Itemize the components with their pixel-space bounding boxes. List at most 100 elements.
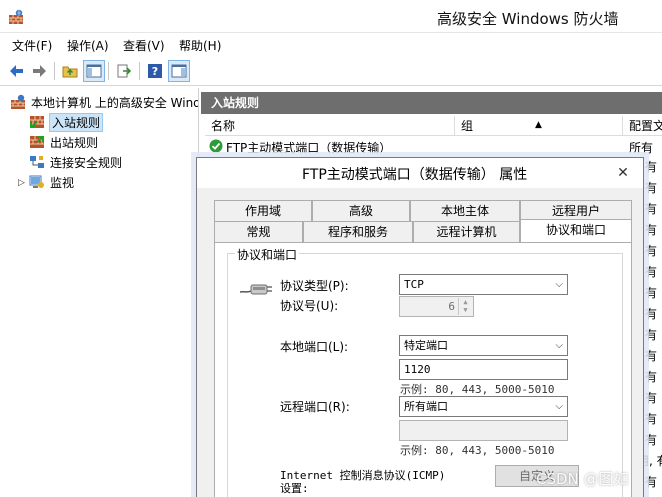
remote-port-value: 所有端口: [404, 400, 448, 413]
help-icon: ?: [148, 64, 162, 78]
rule-profile: 所有: [629, 141, 654, 155]
tab-remote-computers[interactable]: 远程计算机: [413, 221, 520, 242]
menu-action[interactable]: 操作(A): [67, 37, 109, 54]
tree-root-local-computer[interactable]: 本地计算机 上的高级安全 Windows: [10, 93, 198, 111]
dialog-title: FTP主动模式端口（数据传输） 属性: [302, 167, 528, 183]
local-port-label: 本地端口(L):: [280, 340, 349, 354]
firewall-app-icon: [9, 9, 23, 24]
remote-port-label: 远程端口(R):: [280, 400, 350, 414]
profile-fragment: 有: [645, 265, 658, 279]
firewall-icon: [11, 94, 25, 109]
table-row[interactable]: FTP主动模式端口（数据传输） 所有: [201, 137, 662, 156]
protocols-ports-group: 协议和端口 协议类型(P): TCP ⌵ 协议号(U): 6 ▲ ▼ 本地端口(L…: [227, 246, 623, 497]
back-button[interactable]: [6, 60, 28, 82]
svg-text:?: ?: [152, 65, 158, 78]
column-header-name[interactable]: 名称: [205, 116, 455, 136]
protocol-number-stepper[interactable]: 6 ▲ ▼: [399, 296, 474, 317]
remote-port-input[interactable]: [399, 420, 568, 441]
tree-item-label: 监视: [50, 175, 75, 190]
tree-item-label: 出站规则: [50, 135, 99, 150]
tree-item-inbound-rules[interactable]: 入站规则: [29, 112, 104, 132]
back-icon: [10, 65, 23, 77]
remote-port-example: 示例: 80, 443, 5000-5010: [400, 444, 555, 457]
show-hide-tree-button[interactable]: [83, 60, 105, 82]
tree-root-label: 本地计算机 上的高级安全 Windows: [31, 95, 198, 110]
tab-remote-users[interactable]: 远程用户: [520, 200, 632, 221]
profile-fragment: 有: [645, 391, 658, 405]
expand-monitoring-chevron-icon[interactable]: ▷: [18, 178, 25, 188]
icmp-settings-label: Internet 控制消息协议(ICMP)设置:: [280, 469, 446, 495]
profile-fragment: 有: [645, 181, 658, 195]
stepper-arrows-icon[interactable]: ▲ ▼: [458, 298, 472, 315]
profile-fragment: 有: [645, 412, 658, 426]
tab-advanced[interactable]: 高级: [312, 200, 410, 221]
sort-ascending-icon: ▲: [535, 120, 542, 130]
tree-item-label: 连接安全规则: [50, 155, 123, 170]
profile-fragment: 有: [645, 244, 658, 258]
profile-fragment: 有: [645, 307, 658, 321]
column-header-profile[interactable]: 配置文: [623, 116, 662, 136]
protocols-ports-panel: 协议和端口 协议类型(P): TCP ⌵ 协议号(U): 6 ▲ ▼ 本地端口(L…: [214, 242, 632, 497]
tree-item-label: 入站规则: [48, 112, 104, 132]
remote-port-select[interactable]: 所有端口 ⌵: [399, 396, 568, 417]
protocol-type-select[interactable]: TCP ⌵: [399, 274, 568, 295]
tab-local-principals[interactable]: 本地主体: [410, 200, 520, 221]
action-pane-icon: [171, 64, 187, 78]
enabled-allow-icon: [209, 139, 223, 153]
watermark-text: CSDN @图如: [536, 470, 629, 488]
tree-item-connection-security-rules[interactable]: 连接安全规则: [29, 153, 122, 171]
forward-button[interactable]: [28, 60, 50, 82]
dialog-close-button[interactable]: ✕: [613, 164, 633, 182]
help-button[interactable]: ?: [144, 60, 166, 82]
outbound-rules-icon: [30, 136, 44, 148]
menu-bar: 文件(F) 操作(A) 查看(V) 帮助(H): [0, 33, 662, 56]
navigation-tree: 本地计算机 上的高级安全 Windows 入站规则 出站规则 连接安全规则 ▷: [0, 88, 199, 497]
tree-item-monitoring[interactable]: 监视: [29, 173, 74, 191]
window-title: 高级安全 Windows 防火墙: [437, 10, 619, 28]
export-list-button[interactable]: [113, 60, 135, 82]
dialog-title-bar: FTP主动模式端口（数据传输） 属性 ✕: [197, 158, 643, 188]
inbound-rules-icon: [30, 116, 44, 128]
profile-fragment: 有: [645, 286, 658, 300]
chevron-down-icon: ⌵: [555, 279, 563, 290]
forward-icon: [33, 65, 46, 77]
rule-properties-dialog: FTP主动模式端口（数据传输） 属性 ✕ 作用域 高级 本地主体 远程用户 常规…: [196, 157, 644, 497]
protocol-type-value: TCP: [404, 278, 424, 291]
profile-fragment: 有: [645, 328, 658, 342]
tab-scope[interactable]: 作用域: [214, 200, 312, 221]
tab-general[interactable]: 常规: [214, 221, 303, 242]
menu-help[interactable]: 帮助(H): [179, 37, 221, 54]
local-port-select[interactable]: 特定端口 ⌵: [399, 335, 568, 356]
show-hide-action-pane-button[interactable]: [168, 60, 190, 82]
profile-fragment: 有: [645, 475, 658, 489]
network-plug-icon: [239, 284, 272, 295]
tab-protocols-ports[interactable]: 协议和端口: [520, 219, 632, 242]
chevron-down-icon: ⌵: [555, 340, 563, 351]
column-header-group-label: 组: [461, 119, 474, 133]
toolbar: ?: [0, 56, 662, 86]
export-icon: [117, 64, 132, 78]
group-title: 协议和端口: [235, 246, 300, 263]
up-folder-icon: [62, 66, 78, 78]
profile-fragment: 有: [645, 370, 658, 384]
local-port-input[interactable]: 1120: [399, 359, 568, 380]
up-folder-button[interactable]: [59, 60, 81, 82]
profile-column-fragments: 有 有 有 有 有 有 有 有 有 有 有 有 有 有 用, 有 有: [637, 157, 662, 493]
profile-fragment: 有: [645, 349, 658, 363]
chevron-down-icon: ⌵: [555, 401, 563, 412]
menu-file[interactable]: 文件(F): [12, 37, 52, 54]
show-hide-tree-icon: [86, 64, 102, 78]
rule-name: FTP主动模式端口（数据传输）: [226, 141, 392, 155]
column-header-group[interactable]: 组 ▲: [455, 116, 623, 136]
close-icon: ✕: [617, 165, 629, 181]
local-port-value: 特定端口: [404, 339, 448, 352]
protocol-type-label: 协议类型(P):: [280, 279, 349, 293]
tab-programs-services[interactable]: 程序和服务: [303, 221, 413, 242]
tree-item-outbound-rules[interactable]: 出站规则: [29, 133, 98, 151]
local-port-example: 示例: 80, 443, 5000-5010: [400, 383, 555, 396]
profile-fragment: 有: [645, 160, 658, 174]
profile-fragment: 有: [645, 223, 658, 237]
menu-view[interactable]: 查看(V): [123, 37, 165, 54]
protocol-number-label: 协议号(U):: [280, 299, 339, 313]
window-title-bar: 高级安全 Windows 防火墙: [0, 0, 662, 33]
